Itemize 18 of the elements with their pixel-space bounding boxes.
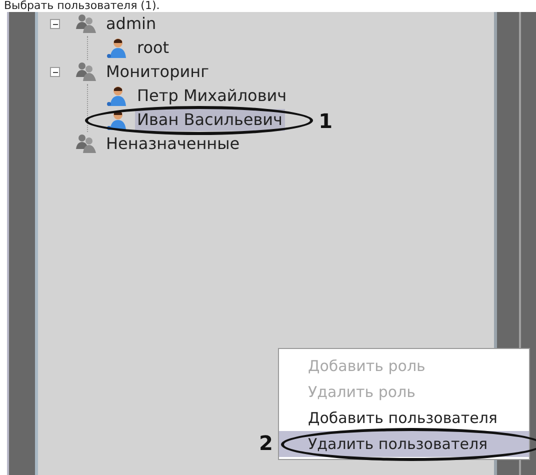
- user-icon: [105, 85, 129, 107]
- tree-item[interactable]: Мониторинг: [104, 61, 211, 83]
- tree-item[interactable]: admin: [104, 13, 158, 35]
- user-icon: [105, 37, 129, 59]
- tree-item[interactable]: Иван Васильевич: [135, 109, 285, 131]
- expander-icon[interactable]: [50, 67, 60, 77]
- tree-item[interactable]: Неназначенные: [104, 133, 242, 155]
- users-icon: [74, 133, 98, 155]
- menu-item[interactable]: Удалить пользователя: [279, 431, 529, 457]
- callout-number: 2: [259, 432, 273, 454]
- menu-item[interactable]: Добавить пользователя: [279, 405, 529, 431]
- users-icon: [74, 13, 98, 35]
- expander-icon[interactable]: [50, 19, 60, 29]
- caption-text: Выбрать пользователя (1).: [3, 0, 161, 12]
- tree-item[interactable]: Петр Михайлович: [135, 85, 289, 107]
- tree-item[interactable]: root: [135, 37, 172, 59]
- users-icon: [74, 61, 98, 83]
- callout-number: 1: [318, 110, 333, 132]
